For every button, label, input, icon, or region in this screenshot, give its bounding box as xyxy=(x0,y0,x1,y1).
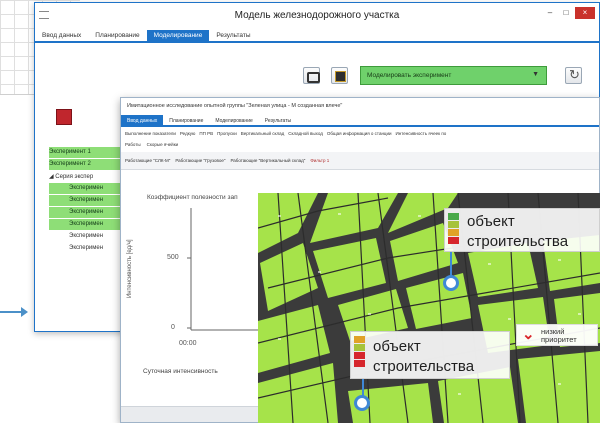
subtab-fast-cells[interactable]: Скорые ячейки xyxy=(147,142,179,148)
location-pin-icon[interactable] xyxy=(443,275,459,291)
menu-item[interactable]: Редкую xyxy=(180,131,195,137)
tab-planning[interactable]: Планирование xyxy=(163,115,209,125)
tab-input[interactable]: Ввод данных xyxy=(35,30,88,43)
x-tick-label: 00:00 xyxy=(179,340,197,347)
priority-line: приоритет xyxy=(541,335,577,344)
minimize-button[interactable]: – xyxy=(543,7,557,19)
tab-results[interactable]: Результаты xyxy=(209,30,257,43)
main-window-title: Модель железнодорожного участка xyxy=(234,10,400,21)
detail-tab-bar: Ввод данных Планирование Моделирование Р… xyxy=(121,115,599,127)
status-bar xyxy=(448,237,459,244)
detail-window-title: Имитационное исследование опытной группы… xyxy=(121,98,599,115)
menu-item[interactable]: ПП РВ xyxy=(199,131,213,137)
menu-item[interactable]: Складной выход xyxy=(288,131,323,137)
location-pin-icon[interactable] xyxy=(354,395,370,411)
status-bars xyxy=(448,213,459,245)
filter-tab-active[interactable]: Фильтр 1 xyxy=(310,158,329,163)
detail-subtabs: Работы Скорые ячейки xyxy=(121,140,599,150)
screenshot-stage: Модель железнодорожного участка – □ × Вв… xyxy=(0,0,600,423)
camera-icon[interactable] xyxy=(303,67,320,84)
window-controls: – □ × xyxy=(543,7,595,19)
modeling-toolbar: Моделировать эксперимент ▼ xyxy=(35,45,599,105)
tab-modeling[interactable]: Моделирование xyxy=(209,115,258,125)
label-line: объект xyxy=(373,338,421,355)
stop-button[interactable] xyxy=(56,109,72,125)
menu-item[interactable]: Вертикальный склад xyxy=(241,131,285,137)
city-map[interactable]: объект строительства объект строительств… xyxy=(258,193,600,423)
filter-tab[interactable]: Работающие "Грузовое" xyxy=(175,158,225,163)
status-bar xyxy=(448,229,459,236)
experiment-select[interactable]: Моделировать эксперимент ▼ xyxy=(360,66,547,85)
scrollbar[interactable] xyxy=(121,406,261,422)
tab-input[interactable]: Ввод данных xyxy=(121,115,164,125)
status-bar xyxy=(354,352,365,359)
chevron-double-down-icon: ⌄ xyxy=(522,326,535,343)
construction-label[interactable]: объект строительства xyxy=(444,208,600,252)
tab-planning[interactable]: Планирование xyxy=(88,30,146,43)
label-line: строительства xyxy=(467,233,569,250)
tab-modeling[interactable]: Моделирование xyxy=(146,30,210,43)
menu-item[interactable]: Интенсивность ячеек по xyxy=(396,131,447,137)
status-bar xyxy=(354,360,365,367)
priority-badge: ⌄ низкий приоритет xyxy=(516,324,598,346)
label-line: объект xyxy=(467,213,515,230)
status-bar xyxy=(354,336,365,343)
y-axis-label: Интенсивность [ед/ч] xyxy=(127,239,133,298)
main-window-titlebar: Модель железнодорожного участка – □ × xyxy=(35,3,599,30)
filter-tab[interactable]: Работающие "Вертикальный склад" xyxy=(230,158,305,163)
menu-item[interactable]: Общая информация о станции xyxy=(327,131,392,137)
chevron-down-icon: ▼ xyxy=(532,71,539,78)
pointer-arrow-icon xyxy=(0,307,28,317)
refresh-icon[interactable] xyxy=(565,67,582,84)
status-bar xyxy=(448,213,459,220)
menu-item[interactable]: Пропуски xyxy=(217,131,237,137)
y-tick-label: 0 xyxy=(171,324,175,331)
close-button[interactable]: × xyxy=(575,7,595,19)
maximize-button[interactable]: □ xyxy=(559,7,573,19)
subtab-works[interactable]: Работы xyxy=(125,142,141,148)
label-line: строительства xyxy=(373,358,475,375)
status-bar xyxy=(448,221,459,228)
chart-title: Коэффициент полезности зап xyxy=(147,194,238,201)
status-bar xyxy=(354,344,365,351)
construction-label[interactable]: объект строительства xyxy=(350,331,510,379)
experiment-select-value: Моделировать эксперимент xyxy=(367,72,452,79)
status-bars xyxy=(354,336,365,368)
tab-results[interactable]: Результаты xyxy=(259,115,297,125)
film-icon[interactable] xyxy=(331,67,348,84)
detail-menu: Выполнение показатели Редкую ПП РВ Пропу… xyxy=(121,129,599,139)
worker-filter-row: Работающие "СЛК-М" Работающие "Грузовое"… xyxy=(121,152,599,170)
priority-text: низкий приоритет xyxy=(541,328,577,344)
menu-item[interactable]: Выполнение показатели xyxy=(125,131,176,137)
chart-footer: Суточная интенсивность xyxy=(143,368,218,375)
main-tab-bar: Ввод данных Планирование Моделирование Р… xyxy=(35,30,599,43)
tree-row-label: Серия экспер xyxy=(55,174,94,180)
filter-tab[interactable]: Работающие "СЛК-М" xyxy=(125,158,170,163)
y-tick-label: 500 xyxy=(167,254,179,261)
